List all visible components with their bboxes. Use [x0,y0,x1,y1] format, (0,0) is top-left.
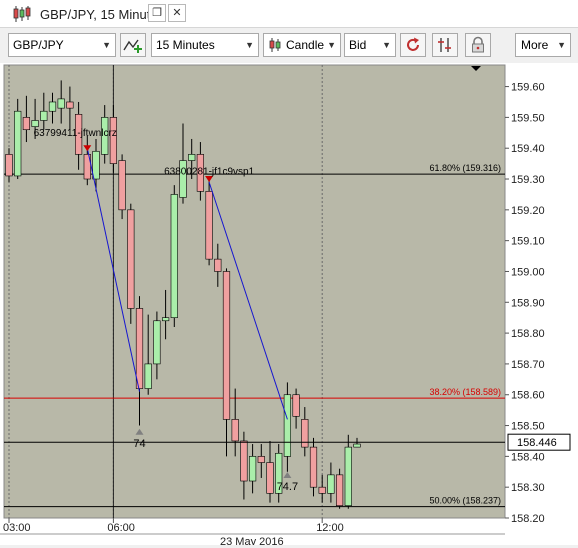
bear-candle [335,474,344,506]
bear-candle [240,440,248,482]
bull-candle [92,150,100,180]
y-tick-label: 158.30 [511,482,545,494]
chevron-down-icon: ▼ [382,40,391,50]
y-tick-label: 159.60 [511,82,545,94]
bear-candle [109,117,117,164]
timeframe-select[interactable]: 15 Minutes ▼ [151,33,259,57]
date-label: 23 May 2016 [220,536,284,545]
refresh-button[interactable] [400,33,426,57]
bull-candle [57,98,65,109]
bear-candle [231,419,239,442]
chart-panel[interactable]: 61.80% (159.316) 38.20% (158.589) 50.00% (… [0,63,578,548]
x-tick-label: 12:00 [316,522,344,534]
chart-type-value: Candle [286,38,325,52]
chevron-down-icon: ▼ [102,40,111,50]
chart-settings-button[interactable] [432,33,458,57]
bull-candle [14,110,22,177]
y-tick-label: 159.40 [511,143,545,155]
indicators-button[interactable] [120,33,146,57]
refresh-icon [407,37,419,51]
bear-candle [5,154,13,177]
symbol-value: GBP/JPY [13,38,64,52]
more-menu-button[interactable]: More ▼ [515,33,571,57]
bull-candle [40,110,48,121]
timeframe-value: 15 Minutes [156,38,215,52]
close-window-button[interactable]: ✕ [168,4,186,22]
bear-candle [318,486,326,494]
bear-candle [118,160,126,211]
price-chart[interactable]: 61.80% (159.316) 38.20% (158.589) 50.00% (… [0,63,578,548]
bull-candle [327,474,335,494]
y-tick-label: 159.00 [511,266,545,278]
y-tick-label: 159.50 [511,112,545,124]
bull-candle [170,194,178,318]
bull-candle [283,394,292,457]
symbol-select[interactable]: GBP/JPY ▼ [8,33,116,57]
bear-candle [205,191,213,260]
chevron-down-icon: ▼ [245,40,254,50]
bull-candle [188,154,196,161]
window-title: GBP/JPY, 15 Minutes [40,7,165,22]
bear-candle [301,419,309,448]
bear-candle [127,209,135,309]
fib-level-label: 61.80% (159.316) [429,163,501,173]
close-marker-label: 74 [133,438,145,450]
bull-candle [249,456,257,482]
y-tick-label: 158.60 [511,390,545,402]
bear-candle [266,462,274,494]
chart-toolbar: GBP/JPY ▼ 15 Minutes ▼ Candle ▼ Bid ▼ Mo… [0,29,578,63]
chart-type-select[interactable]: Candle ▼ [263,33,341,57]
bear-candle [257,456,265,463]
close-marker-label: 74.7 [277,481,298,493]
bull-candle [48,101,57,112]
current-price-label: 158.446 [517,437,557,449]
bear-candle [22,117,31,131]
restore-icon: ❐ [152,7,162,19]
more-label: More [521,38,549,52]
indicators-icon [123,39,142,53]
bull-candle [344,446,352,506]
y-tick-label: 158.90 [511,297,545,309]
y-tick-label: 158.40 [511,451,545,463]
bear-candle [135,308,144,389]
chevron-down-icon: ▼ [327,40,336,50]
lock-icon [472,36,484,53]
fib-level-label: 38.20% (158.589) [429,387,501,397]
bear-candle [309,446,318,488]
restore-window-button[interactable]: ❐ [148,4,166,22]
x-tick-label: 03:00 [3,522,31,534]
bull-candle [144,363,152,389]
order-ticket-label: 63799411-jftwnlcrz [34,128,117,139]
bear-candle [292,394,300,417]
bear-candle [66,101,74,109]
close-icon: ✕ [172,7,182,19]
chevron-down-icon: ▼ [557,40,566,50]
y-tick-label: 158.50 [511,421,545,433]
price-side-select[interactable]: Bid ▼ [344,33,396,57]
bull-candle [353,443,361,448]
y-tick-label: 158.20 [511,513,545,525]
lock-button[interactable] [465,33,491,57]
y-tick-label: 159.30 [511,174,545,186]
bear-candle [222,271,231,420]
window-title-bar: GBP/JPY, 15 Minutes ❐ ✕ [0,0,578,28]
bear-candle [214,258,222,272]
y-tick-label: 158.70 [511,359,545,371]
chart-settings-icon [438,38,451,52]
order-ticket-label: 63800281-jf1c9vsp1 [164,166,255,177]
x-tick-label: 06:00 [107,522,135,534]
fib-level-label: 50.00% (158.237) [429,496,501,506]
bull-candle [153,320,161,365]
price-side-value: Bid [349,38,367,52]
candle-type-icon [269,38,281,52]
y-tick-label: 159.10 [511,236,545,248]
bull-candle [162,317,170,322]
bull-candle [31,120,39,127]
y-tick-label: 159.20 [511,205,545,217]
y-tick-label: 158.80 [511,328,545,340]
candlestick-app-icon [13,6,31,22]
